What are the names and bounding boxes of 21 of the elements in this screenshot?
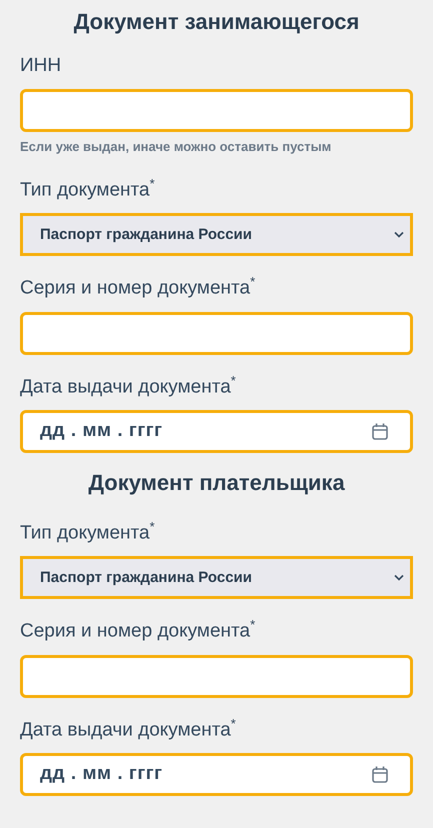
calendar-icon[interactable] — [372, 422, 388, 440]
calendar-icon[interactable] — [372, 766, 388, 783]
input-field[interactable] — [20, 312, 413, 355]
select-field[interactable]: Паспорт гражданина России — [20, 213, 413, 256]
section-title: Документ занимающегося — [72, 8, 360, 36]
date-field[interactable]: дд . мм . гггг — [20, 752, 413, 796]
input-field[interactable] — [20, 654, 413, 698]
select-field[interactable]: Паспорт гражданина России — [20, 556, 413, 600]
field-label: Серия и номер документа$^{*}$ — [20, 273, 256, 301]
field-label: ИНН — [20, 54, 62, 78]
chevron-down-icon — [394, 574, 404, 582]
field-label: Тип документа$^{*}$ — [20, 175, 155, 202]
chevron-down-icon — [394, 231, 404, 238]
hint-text: Если уже выдан, иначе можно оставить пустым — [20, 139, 332, 154]
date-field[interactable]: дд . мм . гггг — [20, 410, 413, 453]
field-label: Дата выдачи документа$^{*}$ — [20, 372, 236, 399]
field-label: Дата выдачи документа$^{*}$ — [20, 714, 236, 742]
section-title: Документ плательщика — [87, 468, 346, 497]
field-label: Серия и номер документа$^{*}$ — [20, 616, 256, 644]
field-label: Тип документа$^{*}$ — [20, 518, 155, 546]
input-field[interactable] — [20, 89, 413, 132]
